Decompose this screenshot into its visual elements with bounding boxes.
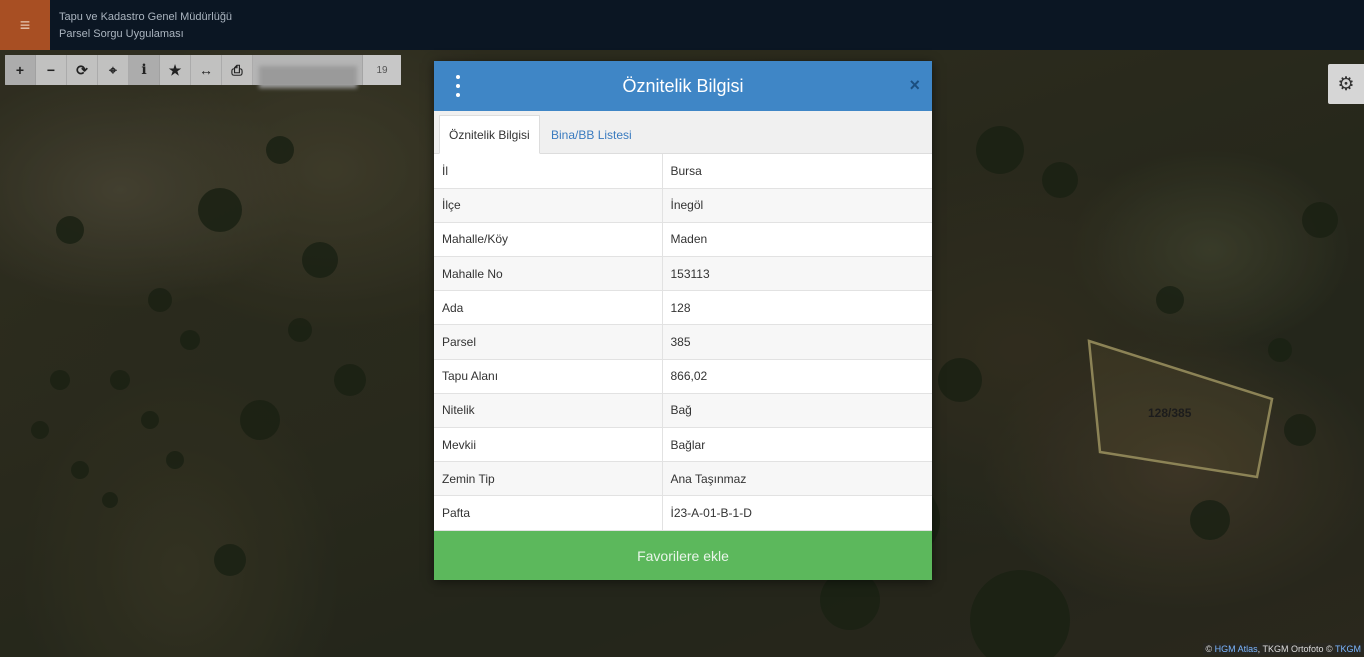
- tab-attributes[interactable]: Öznitelik Bilgisi: [439, 115, 540, 154]
- dialog-header: Öznitelik Bilgisi ×: [434, 61, 932, 111]
- attribute-key: Tapu Alanı: [434, 359, 663, 394]
- attribution-prefix: ©: [1205, 644, 1213, 654]
- app-title-line1: Tapu ve Kadastro Genel Müdürlüğü: [59, 11, 233, 23]
- table-row: Mevkii Bağlar: [434, 427, 932, 463]
- measure-button[interactable]: ↔: [191, 55, 222, 85]
- attribute-value: 153113: [662, 256, 932, 292]
- locate-button[interactable]: ⌖: [98, 55, 129, 85]
- attribute-value: İnegöl: [662, 188, 932, 223]
- hamburger-icon: ≡: [19, 14, 31, 35]
- app-title-line2: Parsel Sorgu Uygulaması: [59, 28, 184, 40]
- search-blur: [259, 66, 357, 88]
- print-icon: ⎙: [231, 61, 243, 78]
- attribute-dialog: Öznitelik Bilgisi × Öznitelik Bilgisi Bi…: [434, 61, 932, 580]
- table-row: Zemin Tip Ana Taşınmaz: [434, 461, 932, 497]
- app-title: Tapu ve Kadastro Genel Müdürlüğü Parsel …: [59, 9, 232, 43]
- attribute-value: 128: [662, 290, 932, 326]
- table-row: Tapu Alanı 866,02: [434, 359, 932, 394]
- refresh-icon: ⟳: [76, 61, 88, 78]
- attribution-link-hgm[interactable]: HGM Atlas: [1215, 644, 1258, 654]
- attribute-key: Mahalle No: [434, 256, 663, 292]
- attribute-value: İ23-A-01-B-1-D: [662, 495, 932, 531]
- menu-button[interactable]: ≡: [0, 0, 50, 50]
- info-button[interactable]: i: [129, 55, 160, 85]
- zoom-level-display: 19: [363, 55, 401, 85]
- table-row: İl Bursa: [434, 154, 932, 189]
- attribute-key: Ada: [434, 290, 663, 326]
- refresh-button[interactable]: ⟳: [67, 55, 98, 85]
- table-row: Mahalle/Köy Maden: [434, 222, 932, 258]
- attribute-value: Bağ: [662, 393, 932, 429]
- attribution-middle: , TKGM Ortofoto ©: [1257, 644, 1333, 654]
- attribution-link-tkgm[interactable]: TKGM: [1335, 644, 1361, 654]
- locate-icon: ⌖: [109, 61, 117, 78]
- zoom-out-icon: −: [46, 62, 56, 78]
- measure-icon: ↔: [199, 62, 213, 78]
- attribute-key: Nitelik: [434, 393, 663, 429]
- favorites-button[interactable]: ★: [160, 55, 191, 85]
- attribute-value: 866,02: [662, 359, 932, 394]
- attribute-key: Mahalle/Köy: [434, 222, 663, 258]
- parcel-label: 128/385: [1148, 406, 1192, 420]
- zoom-out-button[interactable]: −: [36, 55, 67, 85]
- map-attribution: © HGM Atlas, TKGM Ortofoto © TKGM: [1202, 643, 1364, 655]
- attribute-table: İl Bursa İlçe İnegöl Mahalle/Köy Maden Mahalle…: [434, 154, 932, 531]
- tab-building-list[interactable]: Bina/BB Listesi: [542, 115, 641, 154]
- table-row: İlçe İnegöl: [434, 188, 932, 223]
- table-row: Ada 128: [434, 290, 932, 326]
- attribute-value: 385: [662, 324, 932, 360]
- table-row: Mahalle No 153113: [434, 256, 932, 292]
- info-icon: i: [141, 62, 147, 78]
- map-toolbar: + − ⟳ ⌖ i ★ ↔ ⎙ 19: [5, 55, 401, 88]
- attribute-value: Maden: [662, 222, 932, 258]
- settings-button[interactable]: ⚙: [1328, 64, 1364, 104]
- search-input[interactable]: [253, 55, 363, 88]
- table-row: Nitelik Bağ: [434, 393, 932, 429]
- gear-icon: ⚙: [1337, 73, 1355, 95]
- zoom-in-button[interactable]: +: [5, 55, 36, 85]
- table-row: Pafta İ23-A-01-B-1-D: [434, 495, 932, 531]
- attribute-key: Pafta: [434, 495, 663, 531]
- attribute-key: İl: [434, 154, 663, 189]
- attribute-value: Bursa: [662, 154, 932, 189]
- dialog-tabs: Öznitelik Bilgisi Bina/BB Listesi: [434, 111, 932, 154]
- dialog-title: Öznitelik Bilgisi: [622, 75, 744, 96]
- attribute-key: İlçe: [434, 188, 663, 223]
- attribute-value: Bağlar: [662, 427, 932, 463]
- zoom-in-icon: +: [15, 62, 25, 78]
- print-button[interactable]: ⎙: [222, 55, 253, 85]
- star-icon: ★: [168, 61, 182, 78]
- close-icon[interactable]: ×: [909, 75, 920, 96]
- attribute-key: Zemin Tip: [434, 461, 663, 497]
- attribute-key: Mevkii: [434, 427, 663, 463]
- app-header: ≡ Tapu ve Kadastro Genel Müdürlüğü Parse…: [0, 0, 1364, 50]
- table-row: Parsel 385: [434, 324, 932, 360]
- add-to-favorites-button[interactable]: Favorilere ekle: [434, 531, 932, 580]
- attribute-key: Parsel: [434, 324, 663, 360]
- attribute-value: Ana Taşınmaz: [662, 461, 932, 497]
- kebab-menu-icon[interactable]: [452, 75, 464, 97]
